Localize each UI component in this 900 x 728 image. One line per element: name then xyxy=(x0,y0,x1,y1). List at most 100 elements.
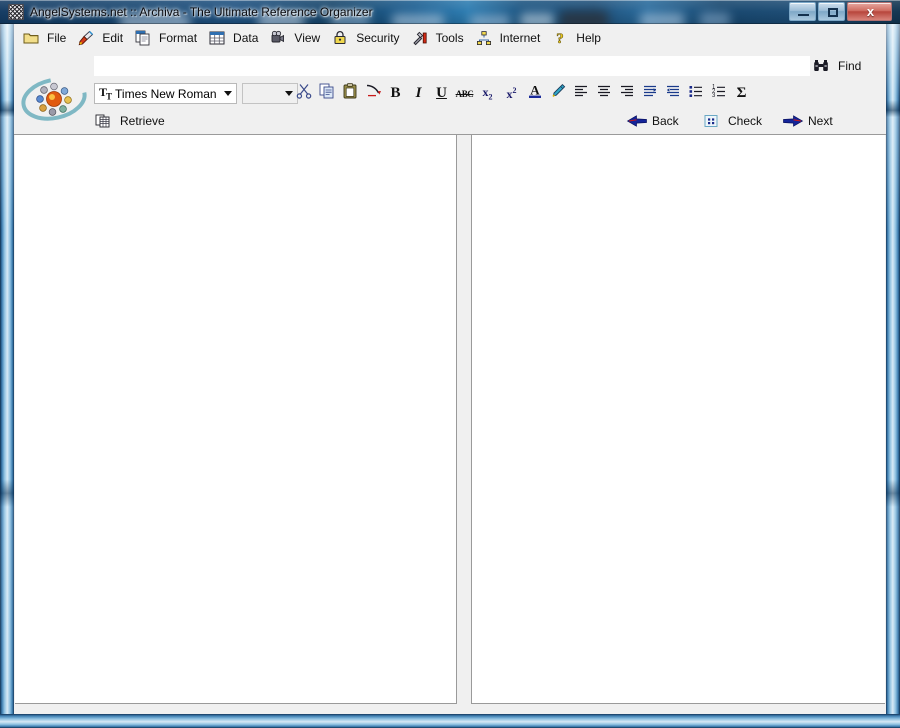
retrieve-button[interactable]: Retrieve xyxy=(94,110,165,132)
numbered-list-button[interactable]: 1 2 3 xyxy=(707,82,730,105)
menu-item-view-label: View xyxy=(294,31,321,45)
retrieve-database-icon xyxy=(94,112,112,130)
folder-icon xyxy=(22,29,40,47)
title-bar[interactable]: AngelSystems.net :: Archiva - The Ultima… xyxy=(0,0,900,24)
strikethrough-abc-icon: ABC xyxy=(455,88,474,99)
client-area: File Edit Format Data View Security Tool… xyxy=(14,24,886,714)
window-frame-bottom xyxy=(0,714,900,728)
menu-item-format[interactable]: Format xyxy=(132,26,206,50)
window-frame-left xyxy=(0,24,14,714)
align-center-button[interactable] xyxy=(592,82,615,105)
menu-item-internet[interactable]: Internet xyxy=(473,26,550,50)
check-button[interactable]: Check xyxy=(702,110,762,132)
table-grid-icon xyxy=(208,29,226,47)
retrieve-button-label: Retrieve xyxy=(120,114,165,128)
close-button[interactable]: x xyxy=(847,2,892,21)
subscript-icon: x2 xyxy=(482,85,493,102)
font-name-combo[interactable]: TT Times New Roman xyxy=(94,83,237,104)
font-color-icon: A xyxy=(526,82,544,105)
copy-button[interactable] xyxy=(315,82,338,105)
binoculars-icon xyxy=(812,57,830,75)
angelsystems-atom-logo xyxy=(14,66,92,132)
svg-text:A: A xyxy=(530,83,540,98)
window-controls: x xyxy=(789,2,892,21)
document-pane-right[interactable] xyxy=(471,135,885,704)
cut-scissors-icon xyxy=(295,82,313,105)
menu-item-help-label: Help xyxy=(576,31,601,45)
menu-item-file-label: File xyxy=(47,31,67,45)
close-icon: x xyxy=(866,4,875,19)
align-right-button[interactable] xyxy=(615,82,638,105)
truetype-icon: TT xyxy=(99,85,112,102)
font-name-value: Times New Roman xyxy=(115,86,217,101)
chevron-down-icon[interactable] xyxy=(219,84,236,103)
tools-hammer-icon xyxy=(411,29,429,47)
svg-text:3: 3 xyxy=(712,93,716,99)
underline-button[interactable]: U xyxy=(430,82,453,105)
app-icon-hatch xyxy=(9,5,23,19)
menu-item-edit[interactable]: Edit xyxy=(75,26,132,50)
find-button[interactable]: Find xyxy=(812,55,861,77)
question-key-icon: ? xyxy=(551,29,569,48)
menu-item-help[interactable]: ? Help xyxy=(549,26,610,50)
menu-item-view[interactable]: View xyxy=(267,26,329,50)
superscript-icon: x2 xyxy=(506,85,517,101)
window-title: AngelSystems.net :: Archiva - The Ultima… xyxy=(30,5,373,19)
copy-icon xyxy=(318,82,336,105)
check-button-label: Check xyxy=(728,114,763,128)
strikethrough-button[interactable]: ABC xyxy=(453,82,476,105)
highlight-button[interactable] xyxy=(546,82,569,105)
network-tree-icon xyxy=(475,29,493,47)
bulleted-list-icon xyxy=(687,82,705,105)
italic-icon: I xyxy=(415,85,422,101)
align-justify-button[interactable] xyxy=(638,82,661,105)
svg-text:?: ? xyxy=(557,31,565,47)
paintbrush-icon xyxy=(77,29,95,47)
archiva-app-icon xyxy=(8,4,24,20)
cut-button[interactable] xyxy=(292,82,315,105)
menu-item-tools[interactable]: Tools xyxy=(409,26,473,50)
sum-button[interactable]: Σ xyxy=(730,82,753,105)
document-pane-left[interactable] xyxy=(15,135,457,704)
action-toolbar: Retrieve Back Check Next xyxy=(14,108,886,134)
align-left-button[interactable] xyxy=(569,82,592,105)
paste-button[interactable] xyxy=(338,82,361,105)
align-right-icon xyxy=(618,82,636,105)
arrow-right-icon xyxy=(782,112,804,130)
font-color-button[interactable]: A xyxy=(523,82,546,105)
back-button[interactable]: Back xyxy=(626,110,679,132)
menu-item-format-label: Format xyxy=(159,31,198,45)
maximize-icon xyxy=(828,8,838,17)
video-camera-icon xyxy=(269,29,287,47)
undo-button[interactable] xyxy=(361,82,384,105)
menu-item-data[interactable]: Data xyxy=(206,26,267,50)
menu-item-security[interactable]: Security xyxy=(329,26,408,50)
bold-button[interactable]: B xyxy=(384,82,407,105)
menu-item-internet-label: Internet xyxy=(499,31,541,45)
subscript-button[interactable]: x2 xyxy=(476,82,499,105)
arrow-left-icon xyxy=(626,112,647,130)
next-button[interactable]: Next xyxy=(782,110,833,132)
superscript-button[interactable]: x2 xyxy=(500,82,523,105)
status-bar xyxy=(14,704,886,714)
search-input[interactable] xyxy=(94,56,810,76)
application-window: AngelSystems.net :: Archiva - The Ultima… xyxy=(0,0,900,728)
menu-item-edit-label: Edit xyxy=(102,31,124,45)
minimize-button[interactable] xyxy=(789,2,816,21)
maximize-button[interactable] xyxy=(818,2,845,21)
menu-bar: File Edit Format Data View Security Tool… xyxy=(14,24,886,52)
underline-icon: U xyxy=(436,85,447,101)
bulleted-list-button[interactable] xyxy=(684,82,707,105)
sigma-sum-icon: Σ xyxy=(736,85,747,101)
align-justify-icon xyxy=(641,82,659,105)
document-panes xyxy=(14,135,886,704)
search-row: Find xyxy=(14,52,886,80)
paste-clipboard-icon xyxy=(341,82,359,105)
align-center-icon xyxy=(595,82,613,105)
decrease-indent-button[interactable] xyxy=(661,82,684,105)
font-size-combo[interactable] xyxy=(242,83,298,104)
back-button-label: Back xyxy=(652,114,679,128)
italic-button[interactable]: I xyxy=(407,82,430,105)
menu-item-file[interactable]: File xyxy=(20,26,75,50)
decrease-indent-icon xyxy=(664,82,682,105)
